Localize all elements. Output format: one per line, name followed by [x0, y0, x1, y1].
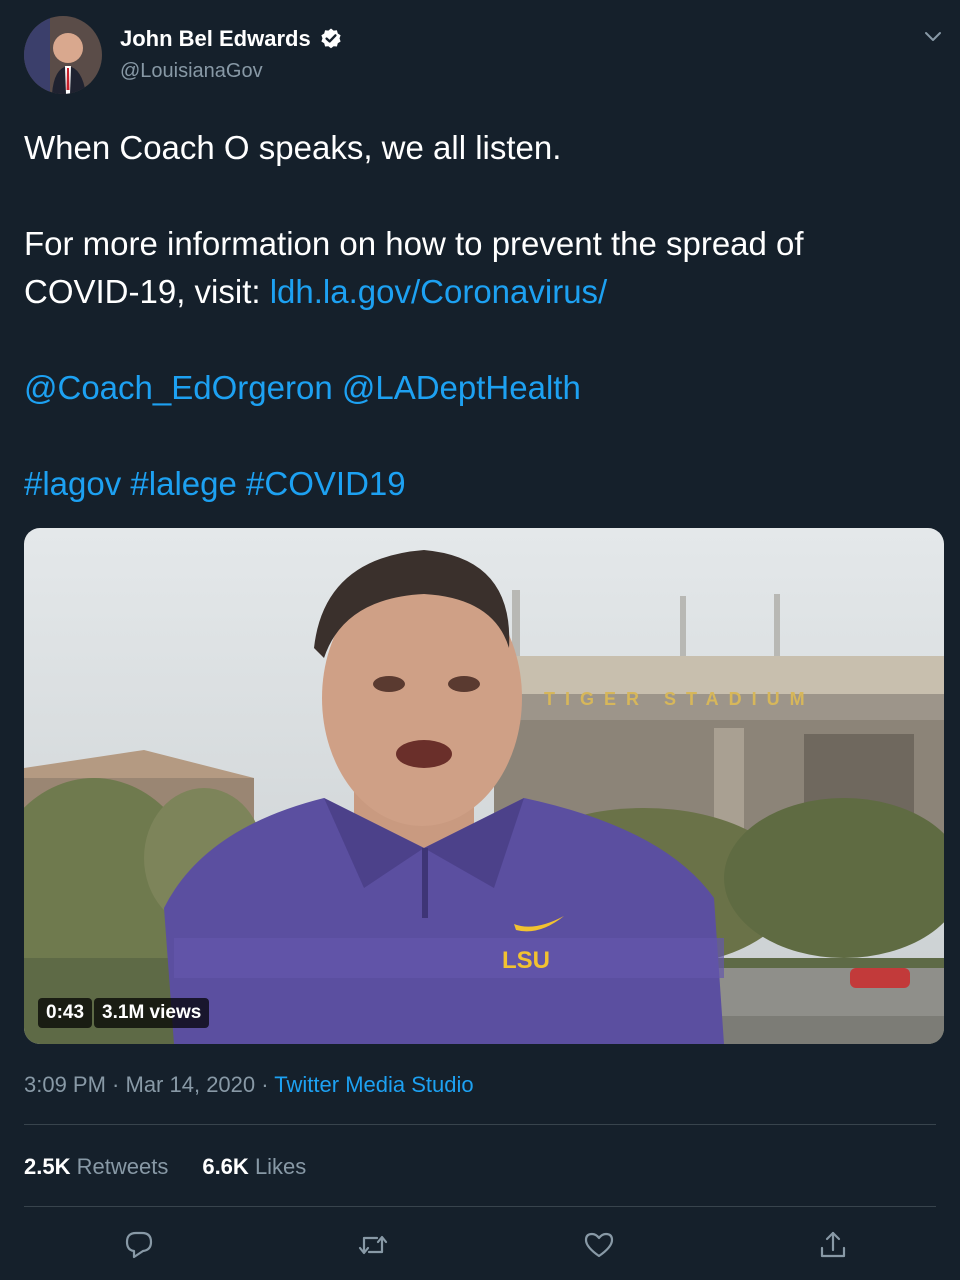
hashtag-lagov[interactable]: #lagov [24, 465, 121, 502]
tweet-source[interactable]: Twitter Media Studio [274, 1072, 473, 1097]
video-views: 3.1M views [94, 998, 210, 1028]
lsu-logo: LSU [502, 947, 550, 974]
mentions-line: @Coach_EdOrgeron @LADeptHealth [24, 364, 936, 412]
video-player[interactable]: TIGER STADIUM LSU 0:43 3.1M views [24, 528, 944, 1044]
meta-separator: · [255, 1072, 275, 1097]
chevron-down-icon[interactable] [920, 24, 946, 50]
divider [24, 1206, 936, 1207]
mention-coach-edorgeron[interactable]: @Coach_EdOrgeron [24, 369, 333, 406]
meta-separator: · [105, 1072, 126, 1097]
retweets-count: 2.5K [24, 1154, 71, 1179]
tweet-stats: 2.5K Retweets 6.6K Likes [24, 1154, 306, 1180]
reply-icon[interactable] [122, 1228, 156, 1262]
tweet-line-prefix: COVID-19, visit: [24, 273, 270, 310]
likes-label: Likes [254, 1154, 307, 1179]
avatar[interactable] [24, 16, 102, 94]
verified-icon [321, 28, 341, 49]
tweet-text: When Coach O speaks, we all listen. For … [24, 124, 936, 508]
author-handle[interactable]: @LouisianaGov [120, 60, 263, 83]
tweet-line: When Coach O speaks, we all listen. [24, 129, 562, 166]
share-icon[interactable] [816, 1228, 850, 1262]
mention-ladepthealth[interactable]: @LADeptHealth [342, 369, 581, 406]
retweet-icon[interactable] [356, 1228, 390, 1262]
like-icon[interactable] [582, 1228, 616, 1262]
hashtag-covid19[interactable]: #COVID19 [246, 465, 406, 502]
retweets-stat[interactable]: 2.5K Retweets [24, 1154, 168, 1180]
likes-stat[interactable]: 6.6K Likes [202, 1154, 306, 1180]
video-frame: TIGER STADIUM LSU [24, 528, 944, 1044]
tweet-line: For more information on how to prevent t… [24, 225, 804, 262]
tweet-date[interactable]: Mar 14, 2020 [126, 1072, 256, 1097]
divider [24, 1124, 936, 1125]
stadium-sign: TIGER STADIUM [544, 689, 815, 709]
likes-count: 6.6K [202, 1154, 249, 1179]
tweet-meta: 3:09 PM · Mar 14, 2020 · Twitter Media S… [24, 1072, 474, 1098]
video-duration: 0:43 [38, 998, 93, 1028]
ldh-link[interactable]: ldh.la.gov/Coronavirus/ [270, 273, 608, 310]
hashtags-line: #lagov #lalege #COVID19 [24, 460, 936, 508]
hashtag-lalege[interactable]: #lalege [130, 465, 236, 502]
retweets-label: Retweets [76, 1154, 169, 1179]
tweet-line: COVID-19, visit: ldh.la.gov/Coronavirus/ [24, 268, 936, 316]
author-name[interactable]: John Bel Edwards [120, 26, 311, 52]
tweet-time[interactable]: 3:09 PM [24, 1072, 106, 1097]
